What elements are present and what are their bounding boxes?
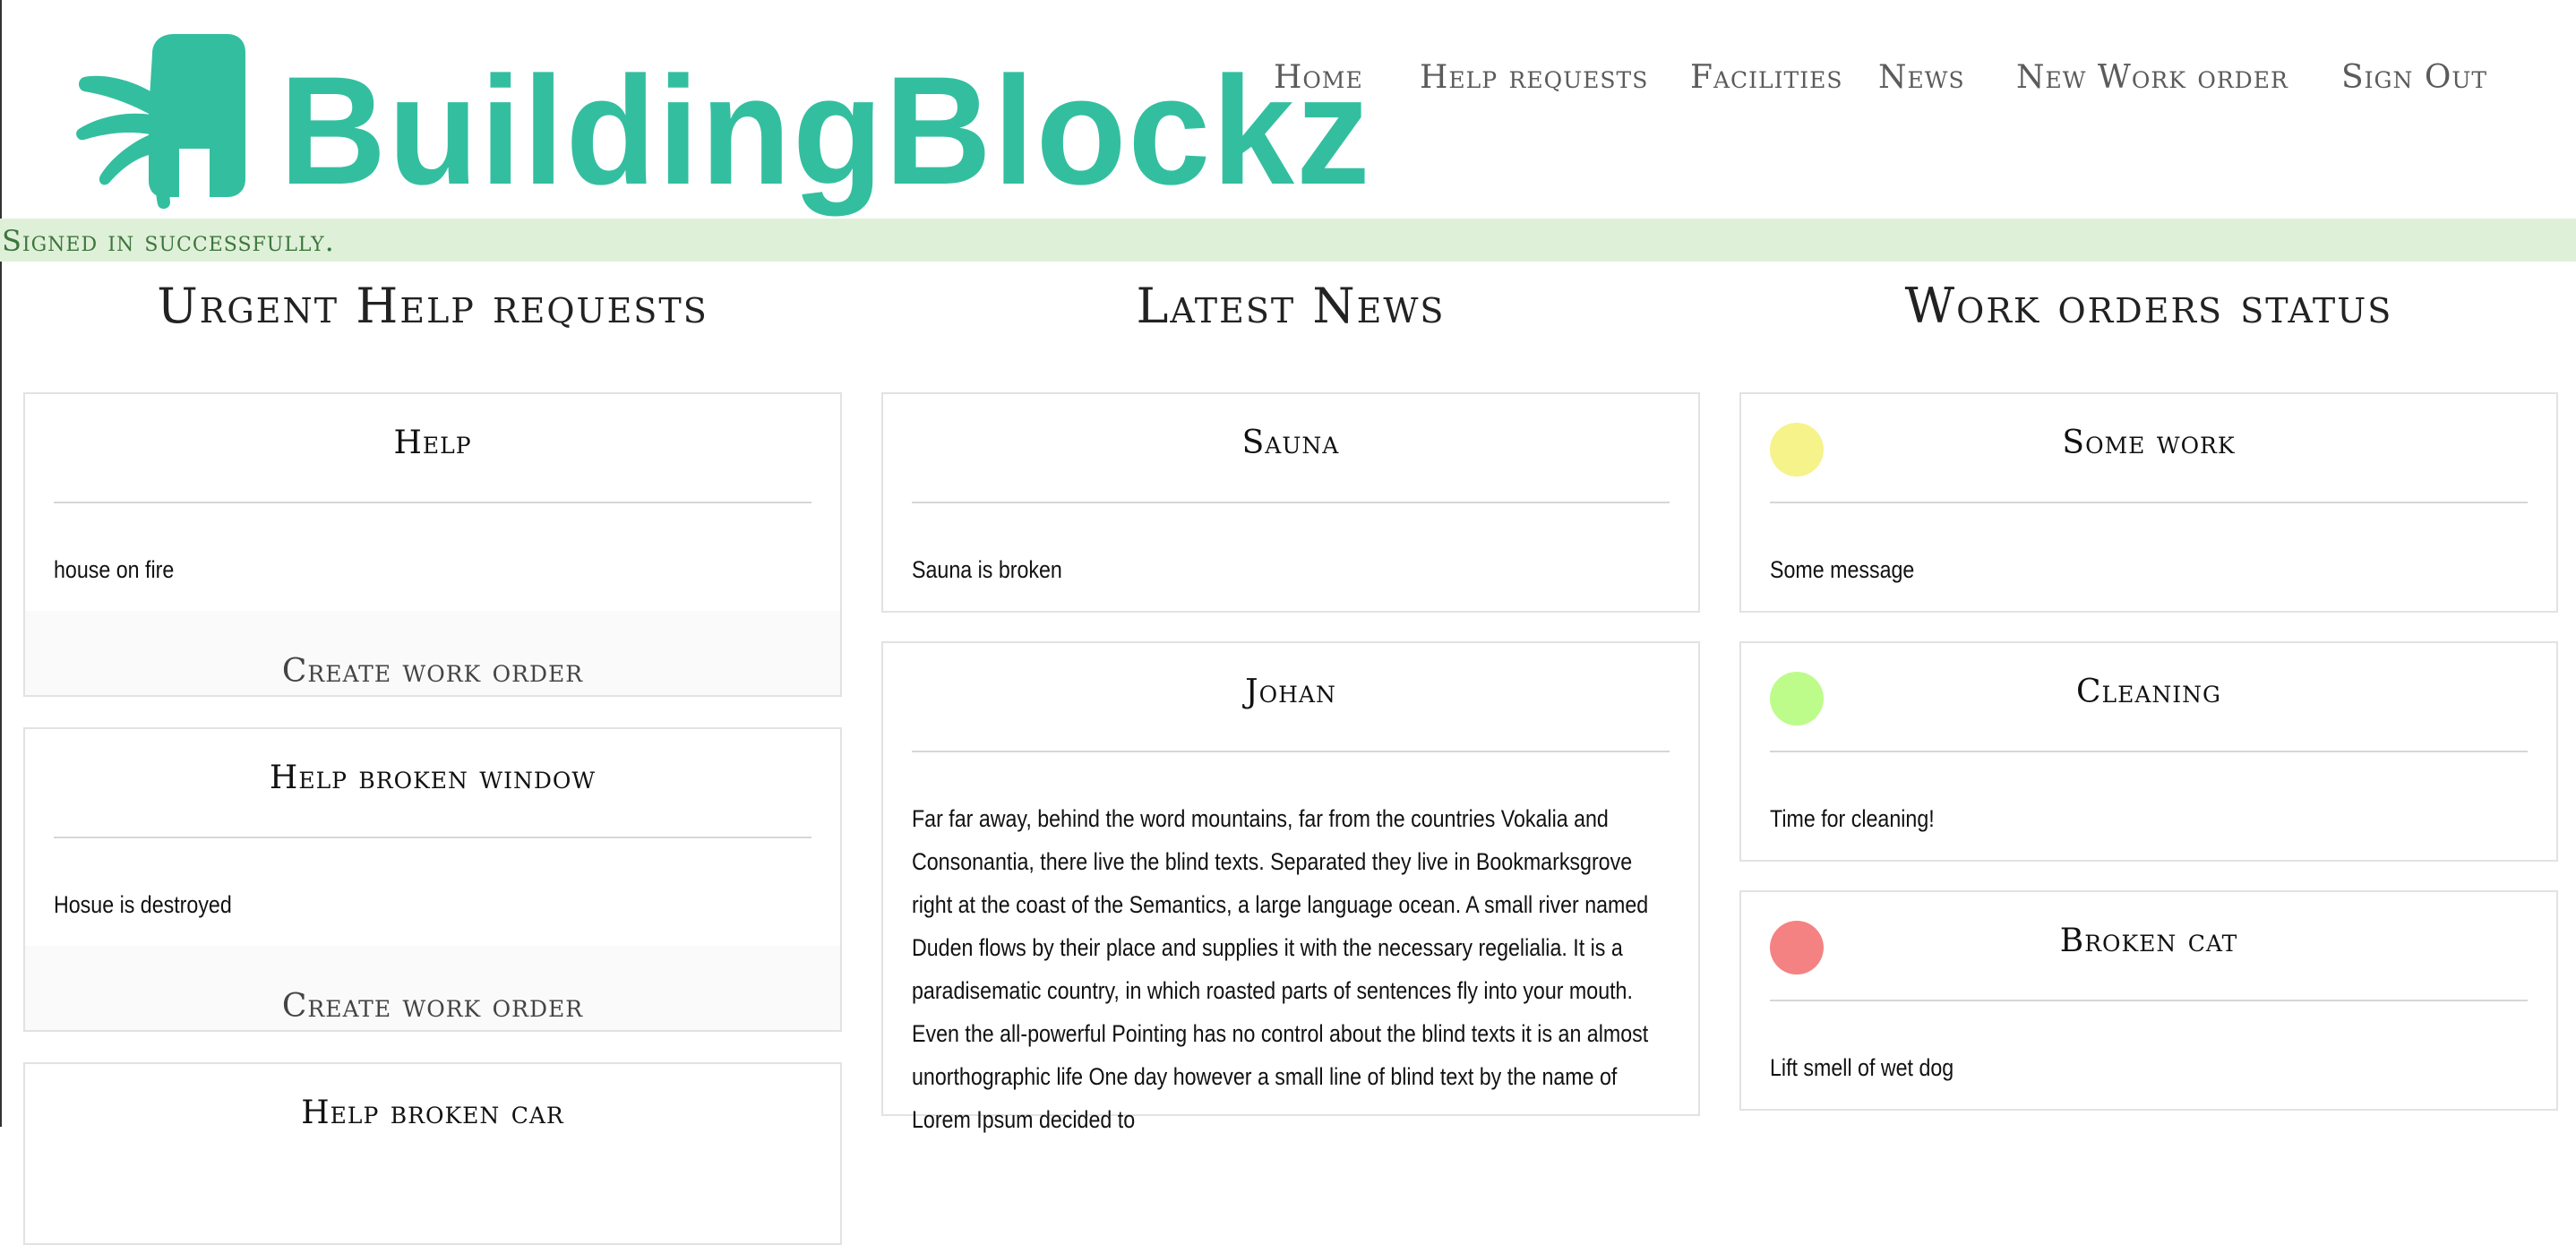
create-work-order-area: Create work order bbox=[25, 946, 840, 1030]
help-request-card: Help broken car bbox=[23, 1062, 842, 1245]
divider bbox=[912, 751, 1670, 752]
work-orders-heading: Work orders status bbox=[1904, 278, 2393, 334]
nav-facilities[interactable]: Facilities bbox=[1690, 59, 1842, 96]
nav-home[interactable]: Home bbox=[1274, 59, 1363, 96]
help-request-body: house on fire bbox=[54, 556, 175, 583]
news-card: Johan Far far away, behind the word moun… bbox=[881, 641, 1700, 1133]
divider bbox=[912, 502, 1670, 503]
flash-notice: Signed in successfully. bbox=[0, 219, 2576, 262]
work-order-title: Some work bbox=[2062, 425, 2236, 461]
work-order-card: Some work Some message bbox=[1739, 392, 2558, 613]
divider bbox=[1770, 751, 2528, 752]
work-order-title: Broken cat bbox=[2059, 923, 2238, 959]
create-work-order-button[interactable]: Create work order bbox=[25, 988, 840, 1025]
work-order-body: Some message bbox=[1770, 556, 1915, 583]
brand-name: BuildingBlockz bbox=[279, 45, 1372, 217]
help-request-title: Help broken window bbox=[269, 760, 597, 796]
help-request-title: Help bbox=[393, 425, 472, 461]
help-requests-heading: Urgent Help requests bbox=[157, 278, 708, 334]
news-title: Sauna bbox=[1241, 425, 1340, 461]
divider bbox=[54, 837, 811, 838]
help-request-card: Help broken window Hosue is destroyed Cr… bbox=[23, 727, 842, 1032]
news-title: Johan bbox=[1245, 674, 1336, 710]
divider bbox=[1770, 1000, 2528, 1001]
help-request-body: Hosue is destroyed bbox=[54, 891, 232, 918]
create-work-order-button[interactable]: Create work order bbox=[25, 653, 840, 690]
create-work-order-area: Create work order bbox=[25, 611, 840, 695]
help-request-card: Help house on fire Create work order bbox=[23, 392, 842, 697]
site-header: BuildingBlockz Home Help requests Facili… bbox=[0, 0, 2576, 219]
nav-new-work-order[interactable]: New Work order bbox=[2016, 59, 2288, 96]
work-order-body: Lift smell of wet dog bbox=[1770, 1054, 1954, 1081]
flash-message: Signed in successfully. bbox=[2, 224, 335, 258]
news-card: Sauna Sauna is broken bbox=[881, 392, 1700, 613]
news-body: Far far away, behind the word mountains,… bbox=[912, 805, 1649, 1133]
news-heading: Latest News bbox=[1136, 278, 1446, 334]
news-body: Sauna is broken bbox=[912, 556, 1062, 583]
work-order-card: Broken cat Lift smell of wet dog bbox=[1739, 890, 2558, 1111]
work-order-card: Cleaning Time for cleaning! bbox=[1739, 641, 2558, 862]
nav-sign-out[interactable]: Sign Out bbox=[2341, 59, 2487, 96]
help-request-title: Help broken car bbox=[301, 1095, 564, 1131]
hand-house-logo-icon bbox=[76, 34, 245, 210]
nav-news[interactable]: News bbox=[1878, 59, 1965, 96]
divider bbox=[1770, 502, 2528, 503]
work-order-title: Cleaning bbox=[2075, 674, 2222, 710]
brand-logo[interactable]: BuildingBlockz bbox=[75, 14, 1370, 211]
nav-help-requests[interactable]: Help requests bbox=[1420, 59, 1648, 96]
divider bbox=[54, 502, 811, 503]
work-order-body: Time for cleaning! bbox=[1770, 805, 1935, 832]
